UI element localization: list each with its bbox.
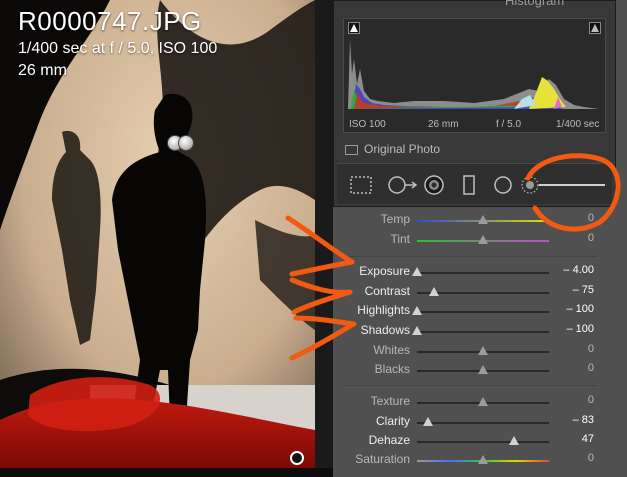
annotation-layer xyxy=(285,153,621,361)
annotation-arrow xyxy=(285,215,355,277)
annotation-arrow xyxy=(289,315,357,361)
annotation-circle xyxy=(525,153,621,232)
annotation-arrow xyxy=(289,277,353,315)
